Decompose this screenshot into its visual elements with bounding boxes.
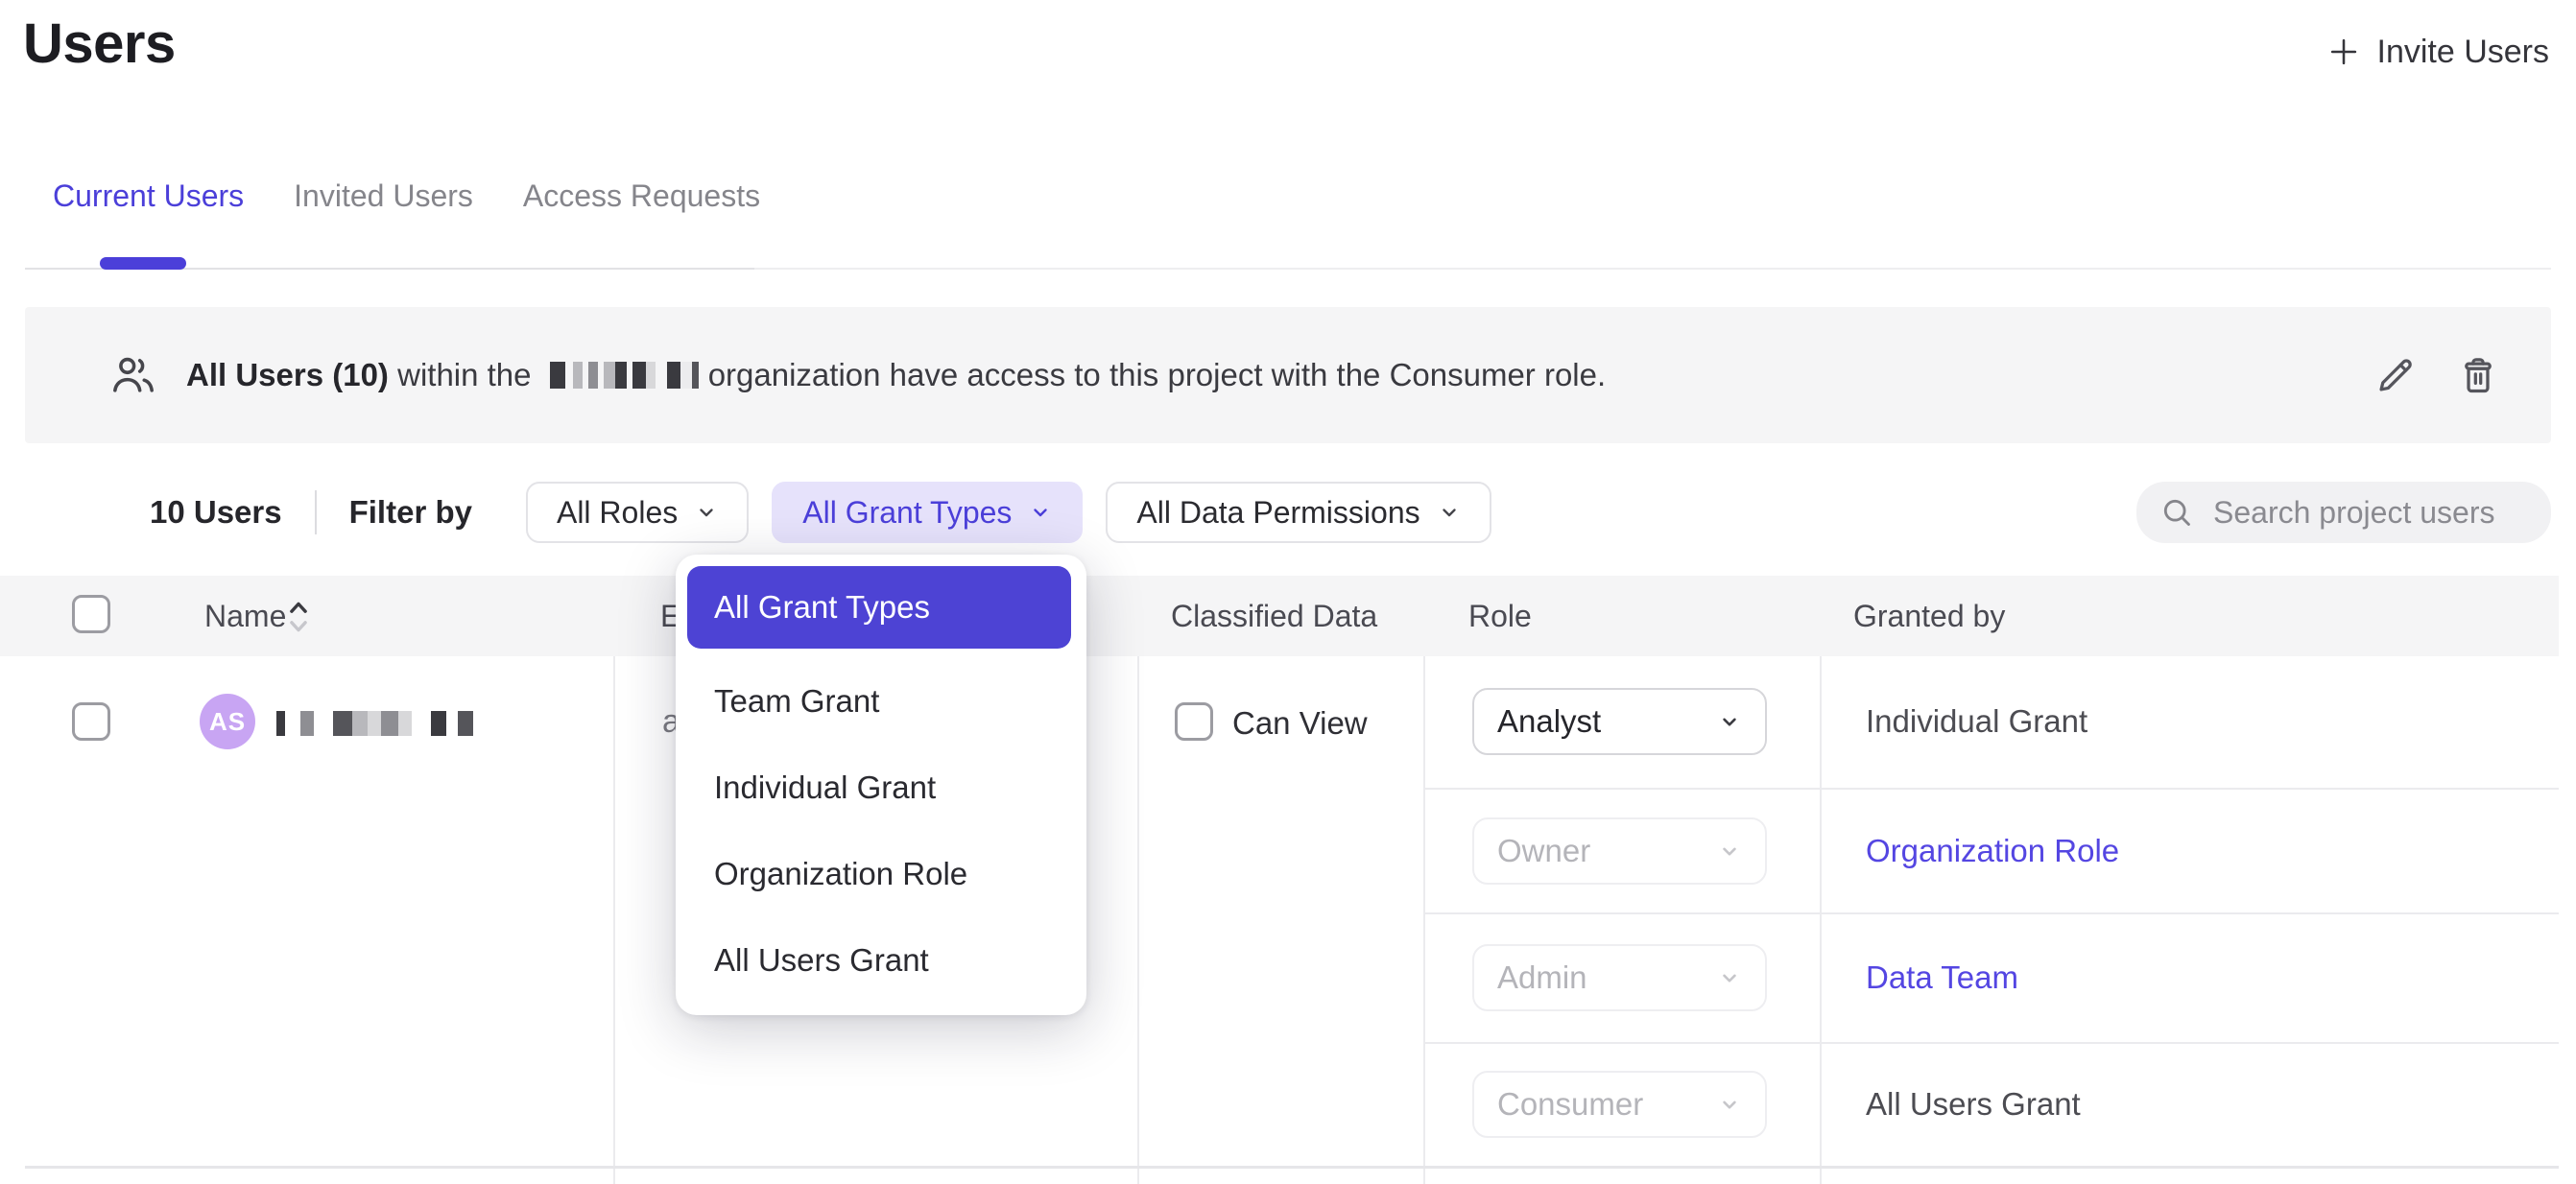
menu-item-individual-grant[interactable]: Individual Grant xyxy=(676,745,1086,831)
row-checkbox[interactable] xyxy=(72,702,110,741)
delete-grant-button[interactable] xyxy=(2453,350,2503,400)
subrow-divider xyxy=(1424,788,2559,790)
subrow-divider xyxy=(1424,912,2559,914)
active-tab-indicator xyxy=(100,257,186,270)
table-header: Name E Classified Data Role Granted by xyxy=(0,576,2559,656)
filter-divider xyxy=(315,490,317,534)
chevron-down-icon xyxy=(1438,501,1461,524)
granted-by-organization-role-link[interactable]: Organization Role xyxy=(1866,832,2119,870)
role-select-consumer: Consumer xyxy=(1472,1071,1767,1138)
all-grant-types-filter[interactable]: All Grant Types xyxy=(772,482,1083,543)
filter-row: 10 Users Filter by All Roles All Grant T… xyxy=(150,482,1515,543)
pencil-icon xyxy=(2373,353,2418,397)
grant-types-dropdown-menu: All Grant Types Team Grant Individual Gr… xyxy=(676,555,1086,1015)
column-header-classified-data[interactable]: Classified Data xyxy=(1171,599,1377,634)
trash-icon xyxy=(2456,353,2500,397)
can-view-label: Can View xyxy=(1232,705,1368,742)
search-input[interactable] xyxy=(2213,495,2530,531)
row-divider xyxy=(25,1166,2559,1169)
sort-icon[interactable] xyxy=(286,596,311,638)
chevron-down-icon xyxy=(695,501,718,524)
users-count: 10 Users xyxy=(150,494,282,531)
chevron-down-icon xyxy=(1717,965,1742,990)
tab-invited-users[interactable]: Invited Users xyxy=(294,178,473,214)
all-data-permissions-filter[interactable]: All Data Permissions xyxy=(1106,482,1491,543)
plus-icon xyxy=(2326,34,2362,70)
all-users-banner: All Users (10) within the organization h… xyxy=(25,307,2551,443)
column-divider xyxy=(1137,656,1139,1184)
role-select-analyst[interactable]: Analyst xyxy=(1472,688,1767,755)
users-page: Users Invite Users Current Users Invited… xyxy=(0,0,2576,1184)
subrow-divider xyxy=(1424,1042,2559,1044)
avatar: AS xyxy=(200,694,255,749)
column-divider xyxy=(613,656,615,1184)
page-title: Users xyxy=(23,12,176,76)
users-group-icon xyxy=(109,351,157,399)
chevron-down-icon xyxy=(1717,1092,1742,1117)
menu-item-team-grant[interactable]: Team Grant xyxy=(676,658,1086,745)
banner-bold: All Users (10) xyxy=(186,357,389,393)
chevron-down-icon xyxy=(1029,501,1052,524)
role-select-admin: Admin xyxy=(1472,944,1767,1011)
chevron-down-icon xyxy=(1717,709,1742,734)
redacted-user-name xyxy=(276,709,473,738)
column-header-name[interactable]: Name xyxy=(204,599,286,634)
select-all-checkbox[interactable] xyxy=(72,595,110,633)
column-divider xyxy=(1820,656,1822,1184)
banner-actions xyxy=(2371,350,2503,400)
role-select-owner: Owner xyxy=(1472,817,1767,885)
tab-access-requests[interactable]: Access Requests xyxy=(523,178,760,214)
granted-by-individual-grant: Individual Grant xyxy=(1866,702,2087,741)
granted-by-all-users-grant: All Users Grant xyxy=(1866,1085,2081,1124)
menu-spacer xyxy=(676,649,1086,658)
chevron-down-icon xyxy=(1717,839,1742,864)
filter-by-label: Filter by xyxy=(349,494,472,531)
edit-grant-button[interactable] xyxy=(2371,350,2421,400)
search-box xyxy=(2136,482,2551,543)
search-icon xyxy=(2159,495,2194,530)
column-header-granted-by[interactable]: Granted by xyxy=(1853,599,2005,634)
column-header-role[interactable]: Role xyxy=(1468,599,1532,634)
invite-users-label: Invite Users xyxy=(2377,34,2550,71)
granted-by-data-team-link[interactable]: Data Team xyxy=(1866,959,2018,997)
menu-item-organization-role[interactable]: Organization Role xyxy=(676,831,1086,917)
menu-item-all-users-grant[interactable]: All Users Grant xyxy=(676,917,1086,1004)
banner-text: All Users (10) within the organization h… xyxy=(186,357,1606,393)
tab-bar: Current Users Invited Users Access Reque… xyxy=(53,178,760,214)
tab-current-users[interactable]: Current Users xyxy=(53,178,244,214)
menu-item-all-grant-types[interactable]: All Grant Types xyxy=(687,566,1071,649)
can-view-checkbox[interactable] xyxy=(1175,702,1213,741)
invite-users-button[interactable]: Invite Users xyxy=(2326,27,2550,77)
redacted-org-name xyxy=(550,361,699,390)
column-divider xyxy=(1423,656,1425,1184)
all-roles-filter[interactable]: All Roles xyxy=(526,482,749,543)
